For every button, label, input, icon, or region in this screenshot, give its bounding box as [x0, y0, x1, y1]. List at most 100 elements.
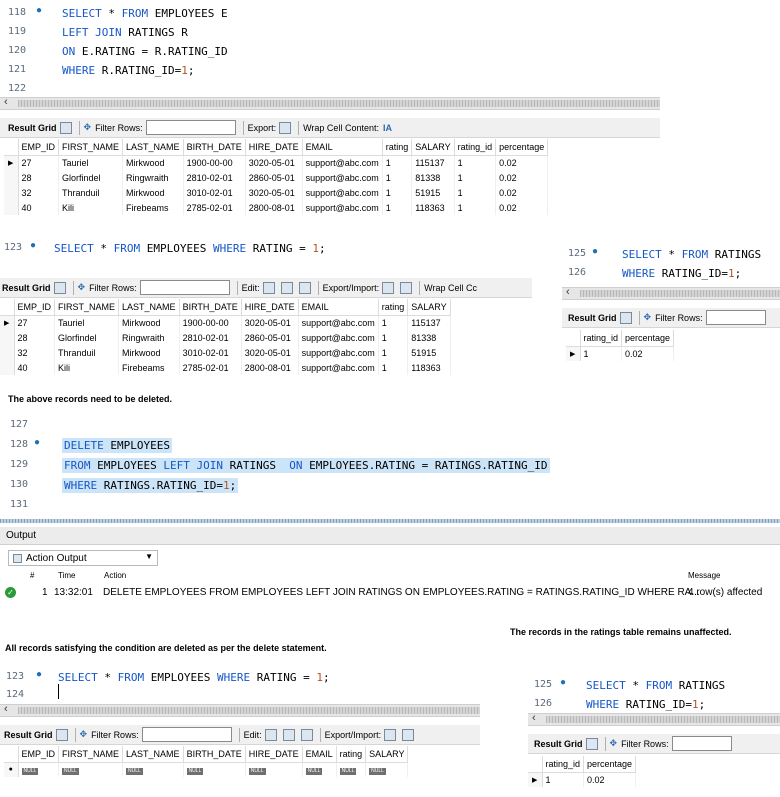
- table-cell[interactable]: Firebeams: [118, 360, 180, 375]
- table-cell[interactable]: 1: [382, 155, 413, 170]
- row-selector[interactable]: [0, 330, 15, 345]
- table-cell[interactable]: 1: [378, 345, 409, 360]
- column-header[interactable]: rating: [336, 746, 367, 763]
- table-cell[interactable]: NULL: [18, 762, 60, 777]
- scroll-left-icon[interactable]: ‹: [566, 286, 570, 298]
- table-cell[interactable]: Glorfindel: [58, 170, 124, 185]
- table-cell[interactable]: 3020-05-01: [241, 345, 299, 360]
- grid-icon[interactable]: [619, 311, 632, 324]
- row-selector[interactable]: [4, 170, 19, 185]
- table-row-new[interactable]: ● NULL NULL NULL NULL NULL NULL NULL NULL: [4, 762, 409, 777]
- table-cell[interactable]: 1: [454, 200, 497, 215]
- splitter[interactable]: [0, 519, 780, 523]
- table-cell[interactable]: 1: [580, 346, 623, 361]
- table-cell[interactable]: NULL: [302, 762, 337, 777]
- table-row[interactable]: ▶ 27 Tauriel Mirkwood 1900-00-00 3020-05-01 su…: [0, 315, 451, 330]
- row-selector[interactable]: ▶: [528, 772, 543, 787]
- column-header[interactable]: HIRE_DATE: [241, 299, 299, 316]
- filter-icon[interactable]: ✥: [84, 122, 92, 133]
- table-cell[interactable]: 2785-02-01: [183, 200, 246, 215]
- table-cell[interactable]: Thranduil: [58, 185, 124, 200]
- edit-icon[interactable]: [262, 281, 275, 294]
- table-row[interactable]: 32 Thranduil Mirkwood 3010-02-01 3020-05-01 s…: [4, 185, 549, 200]
- table-cell[interactable]: 2800-08-01: [241, 360, 299, 375]
- row-selector[interactable]: ▶: [4, 155, 19, 170]
- column-header[interactable]: LAST_NAME: [118, 299, 180, 316]
- column-header[interactable]: EMAIL: [298, 299, 379, 316]
- export-icon[interactable]: [384, 728, 397, 741]
- table-cell[interactable]: 1: [454, 170, 497, 185]
- table-cell[interactable]: 1: [382, 170, 413, 185]
- table-cell[interactable]: 1: [378, 330, 409, 345]
- import-icon[interactable]: [400, 281, 413, 294]
- table-cell[interactable]: 1: [378, 360, 409, 375]
- table-row[interactable]: 32 Thranduil Mirkwood 3010-02-01 3020-05-01 s…: [0, 345, 451, 360]
- column-header[interactable]: rating: [382, 139, 413, 156]
- row-selector[interactable]: [0, 345, 15, 360]
- column-header[interactable]: FIRST_NAME: [58, 139, 124, 156]
- table-row[interactable]: 40 Kili Firebeams 2785-02-01 2800-08-01 suppo…: [0, 360, 451, 375]
- filter-icon[interactable]: ✥: [644, 312, 652, 323]
- horizontal-scrollbar[interactable]: ‹: [0, 703, 480, 717]
- table-cell[interactable]: 3010-02-01: [183, 185, 246, 200]
- row-selector[interactable]: [4, 200, 19, 215]
- table-cell[interactable]: Tauriel: [58, 155, 124, 170]
- row-selector[interactable]: ●: [4, 762, 19, 777]
- column-header[interactable]: BIRTH_DATE: [183, 746, 246, 763]
- table-cell[interactable]: 0.02: [495, 170, 549, 185]
- output-type-select[interactable]: Action Output ▼: [8, 550, 158, 566]
- table-cell[interactable]: 3020-05-01: [245, 155, 303, 170]
- table-cell[interactable]: 1900-00-00: [179, 315, 242, 330]
- column-header[interactable]: SALARY: [365, 746, 409, 763]
- table-cell[interactable]: 115137: [407, 315, 451, 330]
- add-row-icon[interactable]: [280, 281, 293, 294]
- column-header[interactable]: percentage: [495, 139, 549, 156]
- table-cell[interactable]: support@abc.com: [298, 330, 379, 345]
- sql-editor[interactable]: 123 ● SELECT * FROM EMPLOYEES WHERE RATING…: [0, 668, 480, 704]
- row-selector[interactable]: ▶: [566, 346, 581, 361]
- column-header[interactable]: LAST_NAME: [122, 139, 184, 156]
- table-cell[interactable]: NULL: [245, 762, 303, 777]
- table-cell[interactable]: Firebeams: [122, 200, 184, 215]
- column-header[interactable]: EMP_ID: [18, 139, 60, 156]
- table-row[interactable]: 28 Glorfindel Ringwraith 2810-02-01 2860-05-…: [4, 170, 549, 185]
- table-cell[interactable]: 27: [14, 315, 56, 330]
- table-cell[interactable]: 1: [382, 200, 413, 215]
- scroll-left-icon[interactable]: ‹: [4, 703, 8, 715]
- sql-editor[interactable]: 118 ● SELECT * FROM EMPLOYEES E 119 LEFT JOI…: [0, 4, 660, 96]
- filter-icon[interactable]: ✥: [610, 738, 618, 749]
- row-selector[interactable]: [0, 360, 15, 375]
- grid-icon[interactable]: [53, 281, 66, 294]
- table-row[interactable]: 40 Kili Firebeams 2785-02-01 2800-08-01 suppo…: [4, 200, 549, 215]
- table-cell[interactable]: Ringwraith: [118, 330, 180, 345]
- table-cell[interactable]: NULL: [365, 762, 409, 777]
- import-icon[interactable]: [402, 728, 415, 741]
- table-cell[interactable]: NULL: [122, 762, 184, 777]
- column-header[interactable]: HIRE_DATE: [245, 746, 303, 763]
- add-row-icon[interactable]: [282, 728, 295, 741]
- column-header[interactable]: percentage: [621, 330, 675, 347]
- result-grid-tab[interactable]: Result Grid: [4, 730, 53, 740]
- column-header[interactable]: EMAIL: [302, 746, 337, 763]
- table-cell[interactable]: NULL: [336, 762, 367, 777]
- column-header[interactable]: rating_id: [454, 139, 497, 156]
- table-cell[interactable]: support@abc.com: [302, 155, 383, 170]
- table-cell[interactable]: 2810-02-01: [179, 330, 242, 345]
- column-header[interactable]: FIRST_NAME: [58, 746, 124, 763]
- column-header[interactable]: percentage: [583, 756, 637, 773]
- table-cell[interactable]: Kili: [58, 200, 124, 215]
- table-cell[interactable]: Tauriel: [54, 315, 120, 330]
- table-cell[interactable]: 118363: [407, 360, 451, 375]
- table-cell[interactable]: Mirkwood: [122, 185, 184, 200]
- filter-icon[interactable]: ✥: [80, 729, 88, 740]
- column-header[interactable]: rating_id: [542, 756, 585, 773]
- table-cell[interactable]: 0.02: [495, 185, 549, 200]
- edit-icon[interactable]: [264, 728, 277, 741]
- table-cell[interactable]: support@abc.com: [298, 345, 379, 360]
- result-grid-tab[interactable]: Result Grid: [2, 283, 51, 293]
- table-row[interactable]: 28 Glorfindel Ringwraith 2810-02-01 2860-05-…: [0, 330, 451, 345]
- table-cell[interactable]: 40: [18, 200, 60, 215]
- column-header[interactable]: SALARY: [407, 299, 451, 316]
- table-cell[interactable]: 0.02: [583, 772, 637, 787]
- export-icon[interactable]: [382, 281, 395, 294]
